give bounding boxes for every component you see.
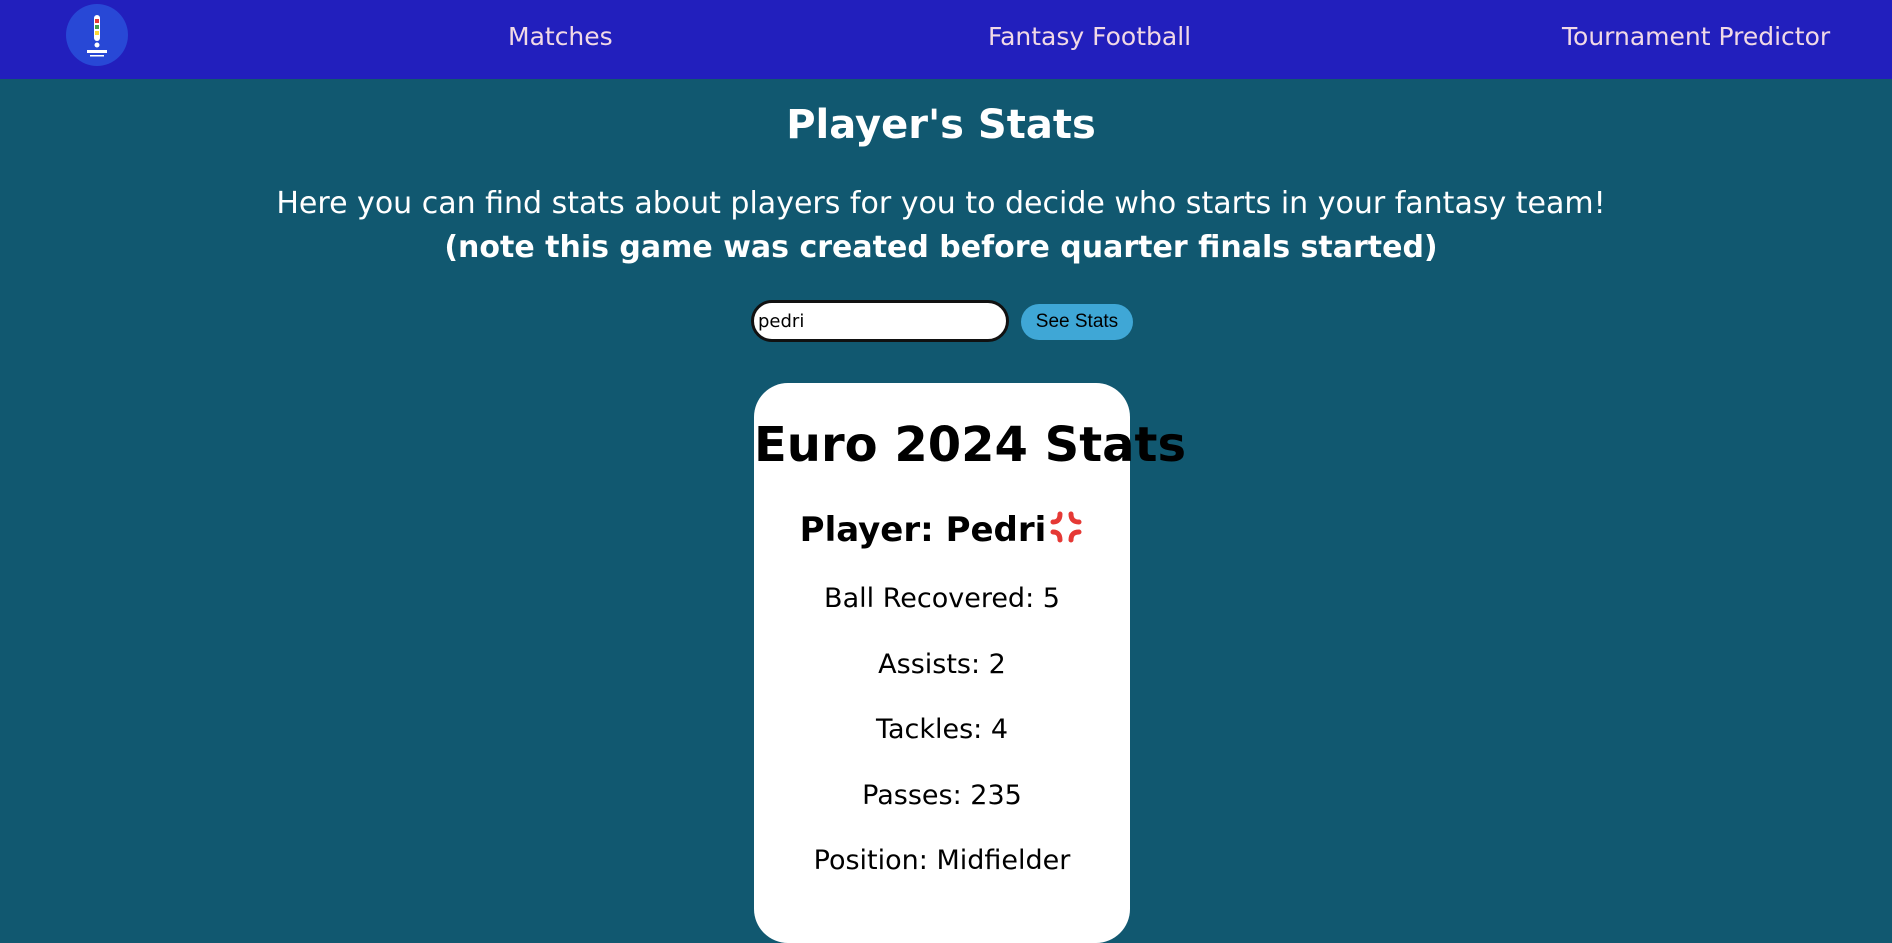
player-name-line: Player: Pedri [754, 509, 1130, 554]
nav-link-matches[interactable]: Matches [508, 22, 613, 51]
intro-text: Here you can find stats about players fo… [276, 186, 1606, 221]
card-title: Euro 2024 Stats [754, 417, 1187, 473]
navbar: Matches Fantasy Football Tournament Pred… [0, 0, 1892, 79]
nav-link-tournament-predictor[interactable]: Tournament Predictor [1562, 22, 1830, 51]
note-text: (note this game was created before quart… [444, 230, 1438, 265]
anger-symbol-icon [1048, 509, 1084, 554]
stat-tackles: Tackles: 4 [875, 714, 1009, 745]
player-search-input[interactable] [751, 300, 1009, 342]
stat-ball-recovered: Ball Recovered: 5 [824, 583, 1060, 614]
stat-assists: Assists: 2 [878, 649, 1006, 680]
stat-position: Position: Midfielder [813, 845, 1071, 876]
trophy-icon [87, 15, 107, 57]
page-title: Player's Stats [786, 102, 1096, 148]
player-name: Player: Pedri [799, 510, 1047, 550]
see-stats-button[interactable]: See Stats [1021, 304, 1133, 340]
nav-link-fantasy-football[interactable]: Fantasy Football [988, 22, 1191, 51]
euro-2024-logo[interactable] [66, 4, 128, 66]
stats-card: Euro 2024 Stats Player: Pedri Ball Recov… [754, 383, 1187, 943]
stat-passes: Passes: 235 [862, 780, 1022, 811]
